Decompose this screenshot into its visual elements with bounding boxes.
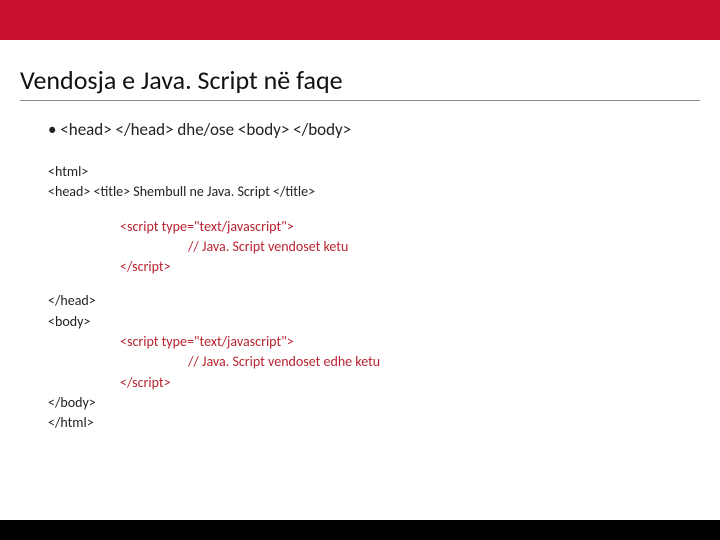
bullet-point: • <head> </head> dhe/ose <body> </body> (48, 119, 700, 140)
slide-content: Vendosja e Java. Script në faqe • <head>… (0, 40, 720, 520)
code-title-tag: <title> Shembull ne Java. Script </title… (90, 183, 315, 200)
code-line: </head> (48, 291, 700, 311)
code-line: </html> (48, 413, 700, 433)
code-head-open: <head> (48, 183, 90, 200)
code-example: <html> <head> <title> Shembull ne Java. … (48, 162, 700, 434)
code-line-comment: // Java. Script vendoset ketu (48, 237, 700, 257)
code-line-comment: // Java. Script vendoset edhe ketu (48, 352, 700, 372)
code-line: <body> (48, 312, 700, 332)
code-line-script-close: </script> (48, 373, 700, 393)
code-line-script-close: </script> (48, 257, 700, 277)
code-line: <html> (48, 162, 700, 182)
code-line-script-open: <script type="text/javascript"> (48, 332, 700, 352)
code-line-script-open: <script type="text/javascript"> (48, 217, 700, 237)
top-accent-bar (0, 0, 720, 40)
code-line: <head> <title> Shembull ne Java. Script … (48, 182, 700, 202)
bottom-accent-bar (0, 520, 720, 540)
code-line: </body> (48, 393, 700, 413)
slide-title: Vendosja e Java. Script në faqe (20, 64, 700, 101)
